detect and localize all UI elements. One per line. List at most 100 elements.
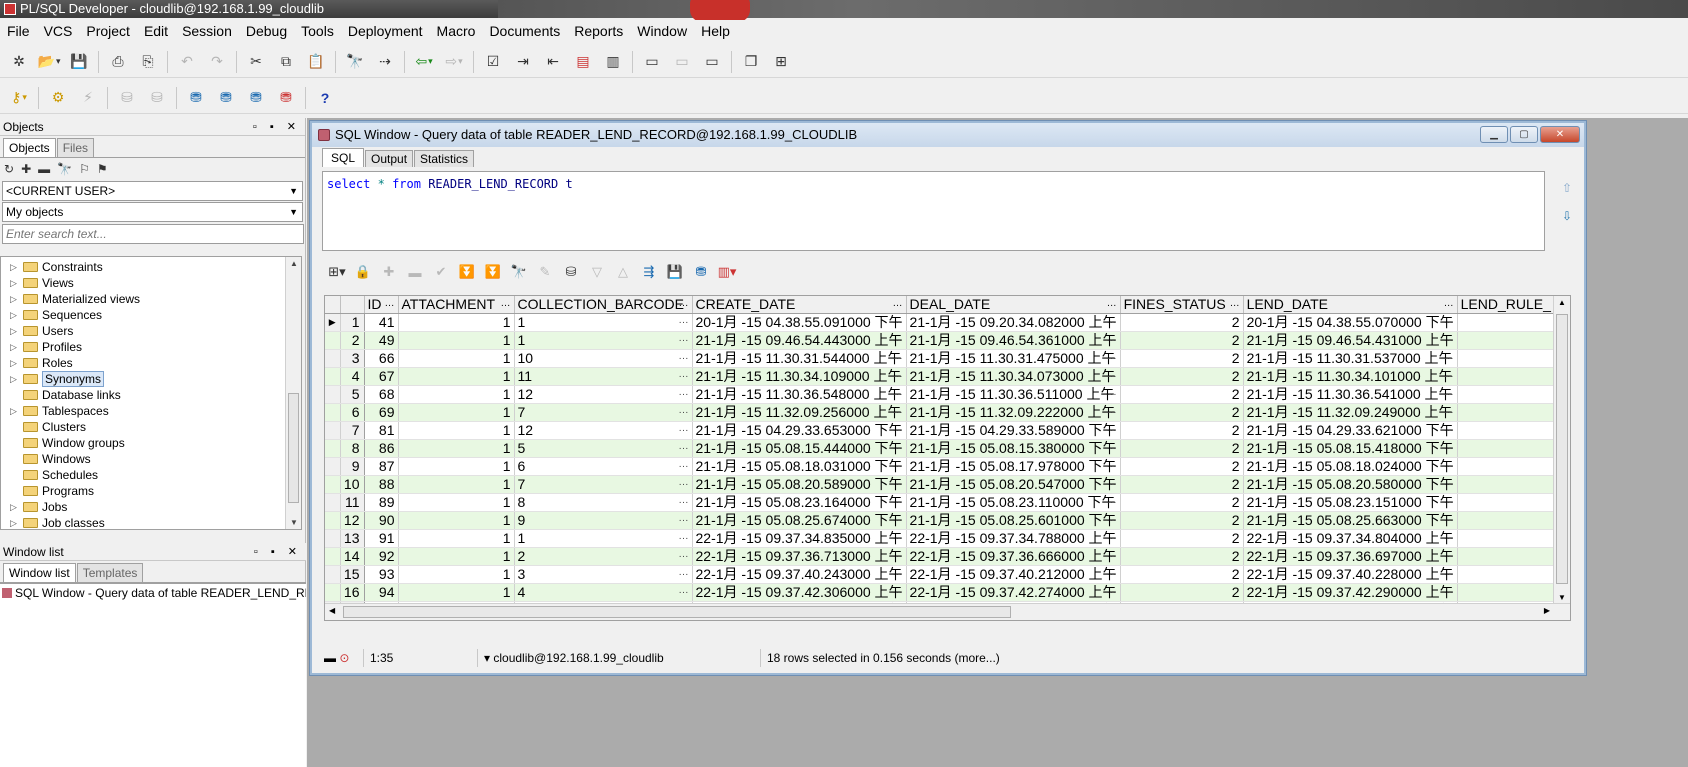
grid-cell[interactable]: 2: [1120, 367, 1244, 386]
grid-vscroll-thumb[interactable]: [1556, 314, 1568, 584]
chart-icon[interactable]: ▥▾: [716, 261, 738, 283]
grid-cell[interactable]: 2: [1120, 421, 1244, 440]
wizard-icon[interactable]: ⇶: [638, 261, 660, 283]
add-icon[interactable]: ✚: [21, 162, 31, 176]
menu-help[interactable]: Help: [694, 20, 737, 42]
column-header[interactable]: LEND_DATE: [1243, 296, 1458, 314]
export-db-icon[interactable]: ⛃: [690, 261, 712, 283]
grid-cell[interactable]: [1457, 313, 1561, 332]
grid-cell[interactable]: 21-1月 -15 09.46.54.443000 上午: [692, 331, 907, 350]
row-number[interactable]: 15: [340, 565, 365, 584]
table-row[interactable]: 14921222-1月 -15 09.37.36.713000 上午22-1月 …: [325, 547, 1561, 566]
grid-cell[interactable]: [1457, 475, 1561, 494]
grid-cell[interactable]: 21-1月 -15 05.08.17.978000 下午: [906, 457, 1121, 476]
tree-node[interactable]: ▷ Users: [1, 323, 301, 339]
new-icon[interactable]: ✲: [8, 51, 30, 73]
column-header[interactable]: CREATE_DATE: [692, 296, 907, 314]
grid-cell[interactable]: [1457, 349, 1561, 368]
grid-cell[interactable]: 2: [1120, 439, 1244, 458]
column-header[interactable]: ID: [364, 296, 399, 314]
grid-cell[interactable]: 21-1月 -15 09.46.54.431000 上午: [1243, 331, 1458, 350]
table-row[interactable]: 11891821-1月 -15 05.08.23.164000 下午21-1月 …: [325, 493, 1561, 512]
grid-cell[interactable]: 5: [514, 439, 693, 458]
grid-cell[interactable]: 88: [364, 475, 399, 494]
grid-cell[interactable]: 1: [398, 493, 515, 512]
table-row[interactable]: 12901921-1月 -15 05.08.25.674000 下午21-1月 …: [325, 511, 1561, 530]
window-list-item[interactable]: SQL Window - Query data of table READER_…: [2, 586, 306, 600]
row-number[interactable]: 14: [340, 547, 365, 566]
window-disabled-icon[interactable]: ▭: [671, 51, 693, 73]
grid-cell[interactable]: 1: [398, 529, 515, 548]
grid-cell[interactable]: [1457, 493, 1561, 512]
grid-cell[interactable]: 1: [398, 421, 515, 440]
user-combo[interactable]: <CURRENT USER>: [2, 181, 303, 201]
grid-cell[interactable]: 21-1月 -15 11.30.31.544000 上午: [692, 349, 907, 368]
tab-statistics[interactable]: Statistics: [414, 150, 475, 167]
grid-cell[interactable]: 66: [364, 349, 399, 368]
grid-cell[interactable]: 2: [1120, 403, 1244, 422]
grid-cell[interactable]: 21-1月 -15 09.20.34.082000 上午: [906, 313, 1121, 332]
menu-file[interactable]: File: [0, 20, 37, 42]
table-row[interactable]: 13911122-1月 -15 09.37.34.835000 上午22-1月 …: [325, 529, 1561, 548]
grid-cell[interactable]: 68: [364, 385, 399, 404]
grid-cell[interactable]: 92: [364, 547, 399, 566]
grid-hscroll-thumb[interactable]: [343, 606, 1011, 618]
row-number[interactable]: 6: [340, 403, 365, 422]
grid-cell[interactable]: [1457, 403, 1561, 422]
grid-cell[interactable]: 93: [364, 565, 399, 584]
grid-cell[interactable]: 2: [1120, 529, 1244, 548]
menu-edit[interactable]: Edit: [137, 20, 175, 42]
next-page-icon[interactable]: ▽: [586, 261, 608, 283]
cut-icon[interactable]: ✂: [245, 51, 267, 73]
grid-cell[interactable]: 21-1月 -15 11.32.09.256000 上午: [692, 403, 907, 422]
grid-cell[interactable]: 22-1月 -15 09.37.42.306000 上午: [692, 583, 907, 602]
grid-cell[interactable]: 21-1月 -15 05.08.25.601000 下午: [906, 511, 1121, 530]
copy-icon[interactable]: ⧉: [275, 51, 297, 73]
row-number[interactable]: 1: [340, 313, 365, 332]
check-icon[interactable]: ☑: [482, 51, 504, 73]
tree-node[interactable]: Clusters: [1, 419, 301, 435]
tree-node[interactable]: ▷ Materialized views: [1, 291, 301, 307]
grid-cell[interactable]: 22-1月 -15 09.37.36.666000 上午: [906, 547, 1121, 566]
tile-icon[interactable]: ⊞: [770, 51, 792, 73]
minimize-button[interactable]: ▁: [1480, 126, 1508, 143]
grid-cell[interactable]: 91: [364, 529, 399, 548]
expand-icon[interactable]: ▷: [10, 355, 17, 371]
grid-cell[interactable]: 2: [1120, 493, 1244, 512]
grid-cell[interactable]: 22-1月 -15 09.37.34.804000 上午: [1243, 529, 1458, 548]
menu-reports[interactable]: Reports: [567, 20, 630, 42]
grid-cell[interactable]: 2: [1120, 547, 1244, 566]
grid-cell[interactable]: 22-1月 -15 09.37.40.243000 上午: [692, 565, 907, 584]
menu-vcs[interactable]: VCS: [37, 20, 80, 42]
table-row[interactable]: 8861521-1月 -15 05.08.15.444000 下午21-1月 -…: [325, 439, 1561, 458]
scroll-down-icon[interactable]: ▼: [1558, 593, 1566, 602]
table-row[interactable]: ▶1411120-1月 -15 04.38.55.091000 下午21-1月 …: [325, 313, 1561, 332]
arrow-up-icon[interactable]: ⇧: [1562, 181, 1572, 195]
column-header[interactable]: COLLECTION_BARCODE: [514, 296, 693, 314]
grid-cell[interactable]: 1: [398, 547, 515, 566]
previous-page-icon[interactable]: △: [612, 261, 634, 283]
tab-sql[interactable]: SQL: [322, 148, 365, 167]
grid-cell[interactable]: 21-1月 -15 11.30.36.541000 上午: [1243, 385, 1458, 404]
expand-icon[interactable]: ▷: [10, 339, 17, 355]
clear-icon[interactable]: ✎: [534, 261, 556, 283]
scroll-left-icon[interactable]: ◀: [329, 606, 335, 615]
grid-cell[interactable]: 21-1月 -15 04.29.33.589000 下午: [906, 421, 1121, 440]
tab-objects[interactable]: Objects: [3, 138, 56, 157]
grid-cell[interactable]: 69: [364, 403, 399, 422]
expand-icon[interactable]: ▷: [10, 371, 17, 387]
database-disconnect-icon[interactable]: ⛃: [275, 87, 297, 109]
filter-icon[interactable]: ⚐: [79, 162, 90, 176]
tree-node[interactable]: ▷ Tablespaces: [1, 403, 301, 419]
tab-templates[interactable]: Templates: [76, 563, 144, 582]
grid-cell[interactable]: 21-1月 -15 04.29.33.621000 下午: [1243, 421, 1458, 440]
expand-icon[interactable]: ▷: [10, 403, 17, 419]
paste-icon[interactable]: 📋: [305, 51, 327, 73]
fetch-next-icon[interactable]: ⏬: [456, 261, 478, 283]
tab-window-list[interactable]: Window list: [3, 563, 76, 582]
column-header[interactable]: LEND_RULE_: [1457, 296, 1561, 314]
grid-cell[interactable]: 1: [398, 457, 515, 476]
grid-cell[interactable]: 89: [364, 493, 399, 512]
panel-controls[interactable]: ▫ ▪ ✕: [253, 118, 301, 136]
grid-cell[interactable]: 22-1月 -15 09.37.34.788000 上午: [906, 529, 1121, 548]
